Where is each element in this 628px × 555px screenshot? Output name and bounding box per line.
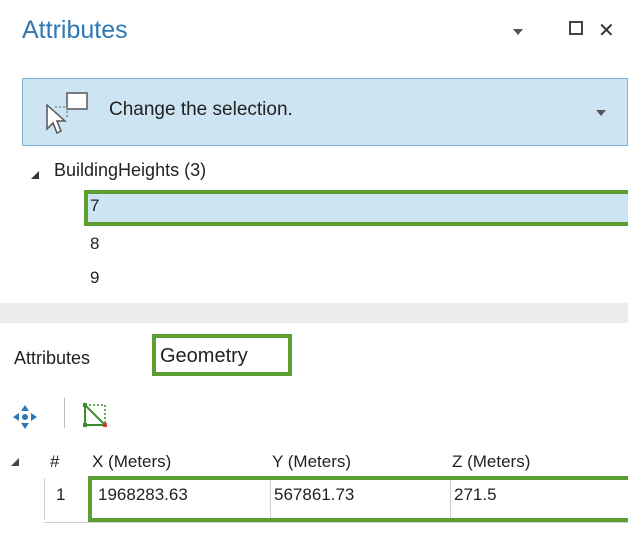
selection-hint-text: Change the selection. [109, 99, 293, 120]
move-arrows-icon[interactable] [10, 402, 40, 432]
pane-title: Attributes [22, 16, 128, 44]
pane-splitter[interactable] [0, 303, 628, 323]
column-header-index[interactable]: # [50, 452, 59, 472]
chevron-down-icon[interactable] [595, 109, 607, 117]
maximize-icon[interactable] [568, 20, 584, 36]
tree-row[interactable]: 7 [90, 196, 99, 216]
tree-collapse-triangle-icon[interactable] [30, 170, 40, 180]
table-gridline [44, 522, 628, 523]
tree-row-selected[interactable] [84, 190, 628, 226]
column-header-z[interactable]: Z (Meters) [452, 452, 530, 472]
select-cursor-icon [46, 92, 88, 135]
tab-attributes[interactable]: Attributes [14, 348, 90, 369]
vertex-edit-icon[interactable] [80, 400, 110, 430]
selection-banner[interactable]: Change the selection. [22, 78, 628, 146]
tree-layer-label[interactable]: BuildingHeights (3) [54, 160, 206, 181]
tab-geometry[interactable]: Geometry [160, 345, 248, 368]
chevron-down-icon[interactable] [510, 24, 526, 40]
table-gridline [44, 478, 45, 520]
table-cell-y[interactable]: 567861.73 [274, 485, 354, 505]
toolbar-divider [64, 398, 65, 428]
table-cell-index: 1 [56, 485, 66, 504]
table-cell-z[interactable]: 271.5 [454, 485, 497, 505]
table-select-all-icon[interactable] [10, 457, 20, 467]
tree-row[interactable]: 9 [90, 268, 99, 288]
close-icon[interactable]: ✕ [598, 18, 615, 43]
column-header-y[interactable]: Y (Meters) [272, 452, 351, 472]
tree-row[interactable]: 8 [90, 234, 99, 254]
column-header-x[interactable]: X (Meters) [92, 452, 171, 472]
table-cell-x[interactable]: 1968283.63 [98, 485, 188, 505]
